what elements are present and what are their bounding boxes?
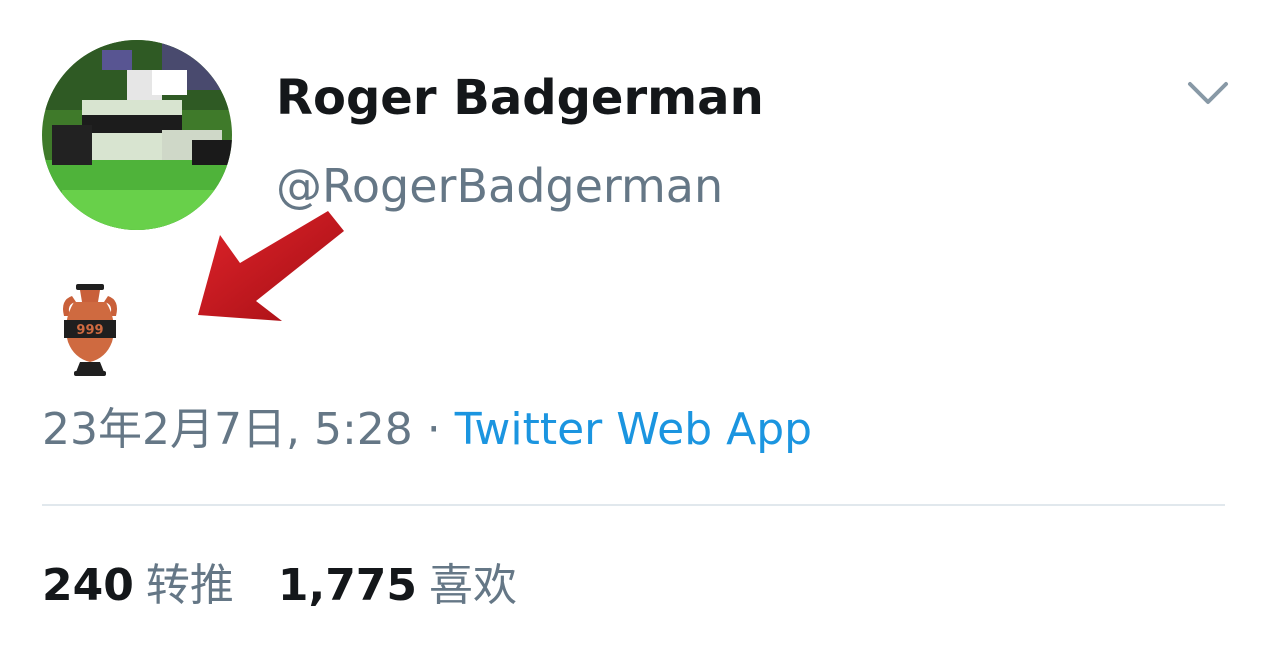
badger-avatar-image xyxy=(42,40,232,230)
divider xyxy=(42,504,1225,506)
display-name[interactable]: Roger Badgerman xyxy=(276,68,764,128)
svg-text:999: 999 xyxy=(76,323,103,338)
meta-separator: · xyxy=(426,404,441,455)
retweet-label: 转推 xyxy=(145,560,234,611)
retweets-stat[interactable]: 240 转推 xyxy=(42,554,234,618)
chevron-down-icon[interactable] xyxy=(1186,78,1230,110)
tweet-meta: 23年2月7日, 5:28 · Twitter Web App xyxy=(42,398,812,462)
timestamp[interactable]: 23年2月7日, 5:28 xyxy=(42,404,413,455)
retweet-count: 240 xyxy=(42,560,134,611)
source-link[interactable]: Twitter Web App xyxy=(455,404,812,455)
red-arrow-icon xyxy=(190,205,350,335)
avatar[interactable] xyxy=(42,40,232,230)
likes-stat[interactable]: 1,775 喜欢 xyxy=(278,554,517,618)
amphora-emoji: 999 xyxy=(54,282,126,378)
like-count: 1,775 xyxy=(277,560,418,611)
like-label: 喜欢 xyxy=(429,560,518,611)
tweet-stats: 240 转推 1,775 喜欢 xyxy=(42,554,517,618)
